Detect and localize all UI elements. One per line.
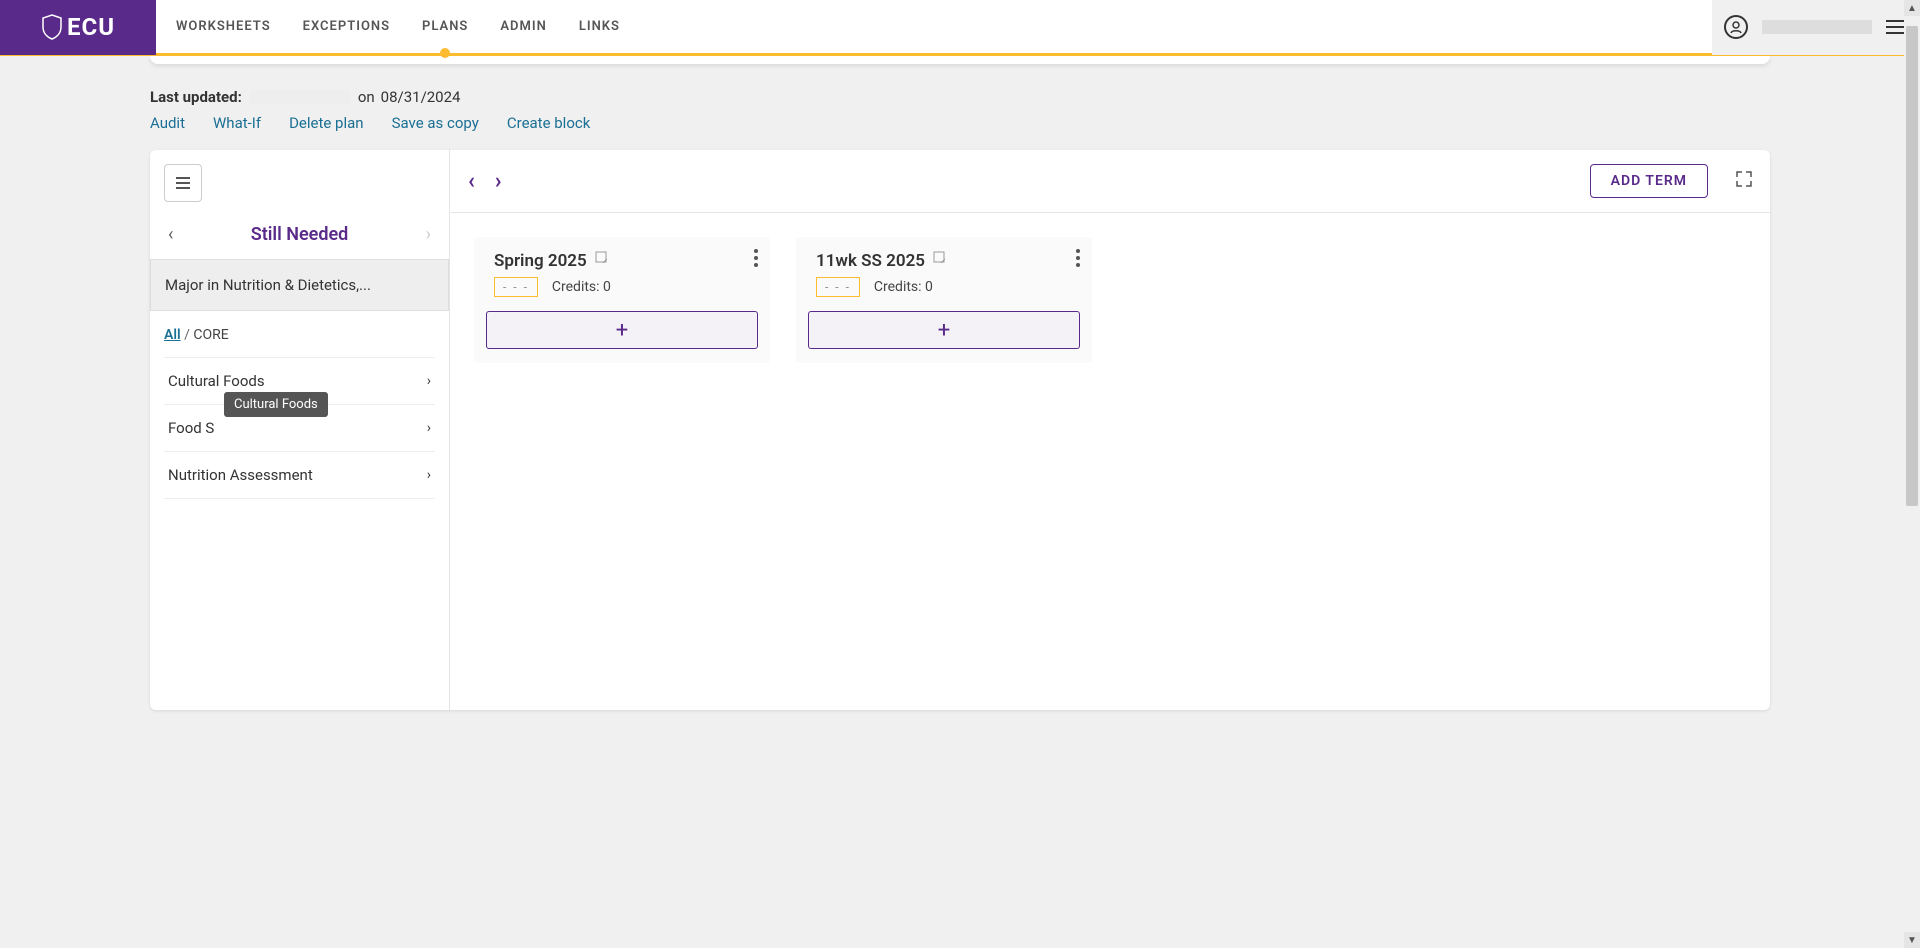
action-create-block[interactable]: Create block	[507, 114, 590, 132]
term-status-box: - - -	[494, 277, 538, 297]
add-course-button[interactable]: +	[486, 311, 758, 349]
page-scrollbar[interactable]: ▲ ▼	[1904, 0, 1920, 948]
nav-tab-worksheets[interactable]: WORKSHEETS	[176, 0, 271, 55]
nav-tab-plans[interactable]: PLANS	[422, 0, 468, 55]
term-credits: Credits: 0	[552, 279, 611, 295]
filter-core: CORE	[193, 327, 228, 343]
chevron-right-icon: ›	[427, 373, 431, 389]
header-shadow-card	[150, 56, 1770, 64]
scroll-thumb[interactable]	[1906, 26, 1918, 506]
action-save-as-copy[interactable]: Save as copy	[392, 114, 479, 132]
terms-prev-icon[interactable]: ‹	[468, 169, 475, 194]
nav-tab-admin[interactable]: ADMIN	[500, 0, 546, 55]
nav-tab-exceptions[interactable]: EXCEPTIONS	[303, 0, 390, 55]
app-header: ECU WORKSHEETS EXCEPTIONS PLANS ADMIN LINKS	[0, 0, 1920, 56]
requirement-item[interactable]: Nutrition Assessment ›	[164, 452, 435, 499]
major-block-label[interactable]: Major in Nutrition & Dietetics,...	[150, 259, 449, 311]
term-credits: Credits: 0	[874, 279, 933, 295]
brand-logo[interactable]: ECU	[0, 0, 156, 55]
chevron-right-icon: ›	[427, 420, 431, 436]
add-term-button[interactable]: ADD TERM	[1590, 164, 1708, 198]
requirements-panel: ‹ Still Needed › Major in Nutrition & Di…	[150, 150, 450, 710]
plan-main-card: ‹ Still Needed › Major in Nutrition & Di…	[150, 150, 1770, 710]
term-status-box: - - -	[816, 277, 860, 297]
filter-all[interactable]: All	[164, 327, 181, 343]
note-icon[interactable]	[595, 251, 607, 267]
term-card: Spring 2025 - - - Credits: 0 +	[474, 237, 770, 363]
last-updated-label: Last updated:	[150, 88, 242, 106]
plan-action-links: Audit What-If Delete plan Save as copy Creat…	[150, 114, 1770, 132]
requirement-tooltip: Cultural Foods	[224, 392, 328, 417]
header-user-area	[1712, 0, 1920, 55]
scroll-up-icon[interactable]: ▲	[1904, 0, 1920, 16]
note-icon[interactable]	[933, 251, 945, 267]
nav-tab-links[interactable]: LINKS	[579, 0, 620, 55]
action-delete-plan[interactable]: Delete plan	[289, 114, 364, 132]
user-avatar-icon[interactable]	[1724, 15, 1748, 39]
requirement-label: Food S	[168, 419, 214, 437]
terms-row: Spring 2025 - - - Credits: 0 +11wk SS 2025 -…	[450, 213, 1770, 387]
last-updated-row: Last updated: on 08/31/2024	[150, 88, 1770, 106]
shield-icon	[41, 14, 63, 40]
requirement-filter-breadcrumb: All / CORE	[150, 321, 449, 357]
brand-text: ECU	[67, 13, 115, 41]
terms-panel: ‹ › ADD TERM Spring 2025 - - - Credits: 0 +…	[450, 150, 1770, 710]
terms-next-icon[interactable]: ›	[495, 169, 502, 194]
updated-by-redacted	[250, 90, 350, 104]
requirement-list: Cultural Foods›Cultural FoodsFood S›Nutr…	[164, 357, 435, 499]
requirement-item[interactable]: Cultural Foods›Cultural Foods	[164, 358, 435, 405]
sidebar-next-icon: ›	[426, 224, 431, 245]
action-audit[interactable]: Audit	[150, 114, 185, 132]
filter-sep: /	[184, 327, 190, 343]
on-word: on	[358, 88, 375, 106]
expand-panel-icon[interactable]	[1736, 171, 1752, 191]
term-title: Spring 2025	[494, 251, 587, 271]
term-more-icon[interactable]	[754, 249, 758, 267]
requirement-label: Nutrition Assessment	[168, 466, 313, 484]
last-updated-date: 08/31/2024	[381, 88, 461, 106]
panel-menu-button[interactable]	[164, 164, 202, 202]
term-card: 11wk SS 2025 - - - Credits: 0 +	[796, 237, 1092, 363]
term-more-icon[interactable]	[1076, 249, 1080, 267]
chevron-right-icon: ›	[427, 467, 431, 483]
primary-nav: WORKSHEETS EXCEPTIONS PLANS ADMIN LINKS	[156, 0, 620, 55]
scroll-down-icon[interactable]: ▼	[1904, 932, 1920, 948]
sidebar-title: Still Needed	[251, 224, 349, 245]
sidebar-prev-icon[interactable]: ‹	[168, 224, 173, 245]
user-name	[1762, 20, 1872, 34]
add-course-button[interactable]: +	[808, 311, 1080, 349]
action-what-if[interactable]: What-If	[213, 114, 261, 132]
requirement-label: Cultural Foods	[168, 372, 265, 390]
term-title: 11wk SS 2025	[816, 251, 925, 271]
